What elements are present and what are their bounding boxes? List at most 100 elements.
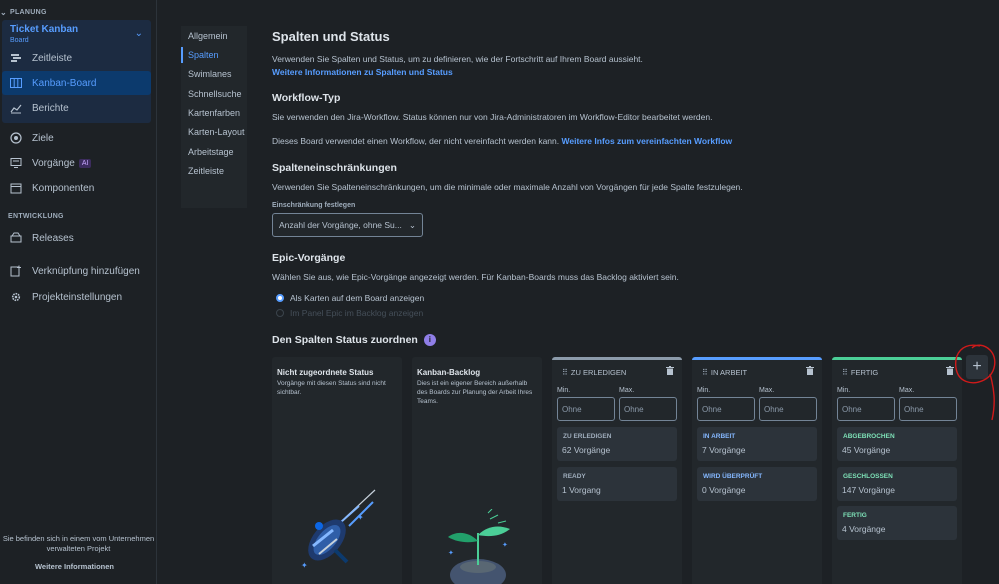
trash-icon[interactable] [666, 366, 674, 375]
min-input[interactable]: Ohne [557, 397, 615, 421]
column-color-bar [832, 357, 962, 360]
map-heading: Den Spalten Status zuordnen i [272, 334, 436, 347]
column-header[interactable]: ⠿ ZU ERLEDIGEN [562, 368, 626, 377]
status-card[interactable]: IN ARBEIT 7 Vorgänge [697, 427, 817, 461]
constraint-value: Anzahl der Vorgänge, ohne Su... [279, 220, 402, 230]
max-input[interactable]: Ohne [759, 397, 817, 421]
max-input[interactable]: Ohne [899, 397, 957, 421]
project-type: Board [10, 37, 29, 44]
drag-handle-icon[interactable]: ⠿ [562, 368, 568, 377]
more-info-link[interactable]: Weitere Informationen [0, 562, 149, 571]
issue-count: 0 Vorgänge [702, 485, 746, 495]
chevron-down-icon: ⌄ [408, 219, 416, 230]
board-icon [10, 77, 22, 89]
settings-nav-quick-filters[interactable]: Schnellsuche [181, 86, 247, 102]
hand-drawn-circle-annotation [955, 344, 996, 421]
sidebar-item-kanban-board[interactable]: Kanban-Board [2, 71, 151, 95]
issue-count: 7 Vorgänge [702, 445, 746, 455]
radio-label: Als Karten auf dem Board anzeigen [290, 293, 425, 303]
chevron-down-icon: ⌄ [0, 8, 8, 17]
managed-project-notice: Sie befinden sich in einem vom Unternehm… [2, 534, 155, 553]
column-description: Dies ist ein eigener Bereich außerhalb d… [417, 380, 533, 405]
issues-icon [10, 157, 22, 169]
workflow-heading: Workflow-Typ [272, 92, 341, 104]
max-label: Max. [759, 387, 775, 394]
rocket-illustration-icon: ✦ ✦ [301, 489, 376, 570]
sidebar-item-components[interactable]: Komponenten [2, 176, 151, 200]
settings-nav-swimlanes[interactable]: Swimlanes [181, 66, 247, 82]
goals-icon [10, 132, 22, 144]
column-description: Vorgänge mit diesen Status sind nicht si… [277, 380, 386, 396]
epic-heading: Epic-Vorgänge [272, 252, 346, 264]
status-label: IN ARBEIT [703, 433, 736, 440]
settings-nav-timeline[interactable]: Zeitleiste [181, 163, 247, 179]
components-icon [10, 182, 22, 194]
svg-text:✦: ✦ [301, 561, 308, 570]
settings-nav-working-days[interactable]: Arbeitstage [181, 144, 247, 160]
intro-link[interactable]: Weitere Informationen zu Spalten und Sta… [272, 67, 453, 77]
constraint-select[interactable]: Anzahl der Vorgänge, ohne Su... ⌄ [272, 213, 423, 237]
status-card[interactable]: GESCHLOSSEN 147 Vorgänge [837, 467, 957, 501]
status-label: FERTIG [843, 512, 867, 519]
drag-handle-icon[interactable]: ⠿ [702, 368, 708, 377]
status-card[interactable]: ABGEBROCHEN 45 Vorgänge [837, 427, 957, 461]
status-card[interactable]: READY 1 Vorgang [557, 467, 677, 501]
kanban-backlog-column: Kanban-Backlog Dies ist ein eigener Bere… [412, 357, 542, 584]
min-input[interactable]: Ohne [697, 397, 755, 421]
status-card[interactable]: FERTIG 4 Vorgänge [837, 506, 957, 540]
section-label: PLANUNG [10, 9, 47, 16]
drag-handle-icon[interactable]: ⠿ [842, 368, 848, 377]
status-label: GESCHLOSSEN [843, 473, 893, 480]
svg-text:✦: ✦ [357, 513, 364, 522]
timeline-icon [10, 52, 22, 64]
section-label: ENTWICKLUNG [8, 213, 64, 220]
section-planning[interactable]: ⌄ PLANUNG [0, 8, 47, 17]
status-label: ZU ERLEDIGEN [563, 433, 612, 440]
constraint-text: Verwenden Sie Spalteneinschränkungen, um… [272, 182, 743, 192]
sidebar-item-releases[interactable]: Releases [2, 226, 151, 250]
status-label: READY [563, 473, 586, 480]
status-card[interactable]: ZU ERLEDIGEN 62 Vorgänge [557, 427, 677, 461]
project-name[interactable]: Ticket Kanban [10, 24, 78, 35]
issue-count: 1 Vorgang [562, 485, 601, 495]
column-header[interactable]: ⠿ FERTIG [842, 368, 878, 377]
constraint-label: Einschränkung festlegen [272, 202, 356, 209]
sidebar-item-add-shortcut[interactable]: Verknüpfung hinzufügen [2, 259, 151, 283]
workflow-text: Sie verwenden den Jira-Workflow. Status … [272, 112, 713, 122]
sidebar-item-goals[interactable]: Ziele [2, 126, 151, 150]
reports-icon [10, 102, 22, 114]
sidebar-item-timeline[interactable]: Zeitleiste [2, 46, 151, 70]
workflow-link[interactable]: Weitere Infos zum vereinfachten Workflow [561, 136, 732, 146]
max-input[interactable]: Ohne [619, 397, 677, 421]
min-input[interactable]: Ohne [837, 397, 895, 421]
sidebar-item-label: Vorgänge [32, 157, 75, 169]
sidebar-item-label: Berichte [32, 102, 69, 114]
column-header[interactable]: ⠿ IN ARBEIT [702, 368, 747, 377]
radio-selected-icon [276, 294, 284, 302]
trash-icon[interactable] [806, 366, 814, 375]
constraint-heading: Spalteneinschränkungen [272, 162, 397, 174]
sidebar-item-label: Releases [32, 232, 74, 244]
info-icon[interactable]: i [423, 334, 436, 347]
settings-nav-columns[interactable]: Spalten [181, 47, 247, 63]
releases-icon [10, 232, 22, 244]
status-label: ABGEBROCHEN [843, 433, 895, 440]
status-card[interactable]: WIRD ÜBERPRÜFT 0 Vorgänge [697, 467, 817, 501]
issue-count: 62 Vorgänge [562, 445, 611, 455]
radio-disabled-icon [276, 309, 284, 317]
sidebar-item-reports[interactable]: Berichte [2, 96, 151, 120]
chevron-down-icon[interactable]: ⌄ [135, 28, 143, 39]
add-shortcut-icon [10, 265, 22, 277]
settings-nav-general[interactable]: Allgemein [181, 28, 247, 44]
settings-nav-card-colors[interactable]: Kartenfarben [181, 105, 247, 121]
page-title: Spalten und Status [272, 29, 390, 44]
settings-nav-card-layout[interactable]: Karten-Layout [181, 124, 247, 140]
min-label: Min. [837, 387, 851, 394]
sidebar-item-project-settings[interactable]: Projekteinstellungen [2, 285, 151, 309]
sidebar-item-issues[interactable]: Vorgänge AI [2, 151, 151, 175]
settings-gear-icon [10, 291, 22, 303]
map-heading-text: Den Spalten Status zuordnen [272, 334, 418, 346]
sidebar-item-label: Projekteinstellungen [32, 291, 123, 303]
issue-count: 147 Vorgänge [842, 485, 895, 495]
epic-radio-cards[interactable]: Als Karten auf dem Board anzeigen [276, 293, 424, 303]
